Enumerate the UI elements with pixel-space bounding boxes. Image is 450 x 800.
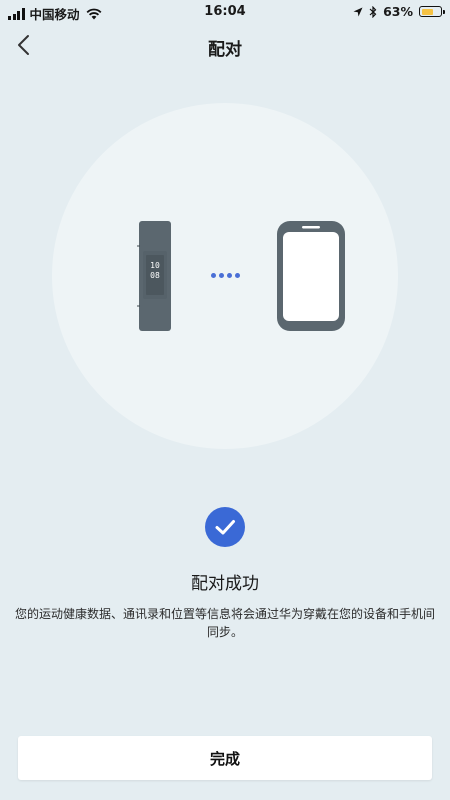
- bluetooth-icon: [369, 5, 377, 18]
- battery-level-fill: [421, 8, 433, 15]
- nav-bar: 配对: [0, 24, 450, 68]
- success-description: 您的运动健康数据、通讯录和位置等信息将会通过华为穿戴在您的设备和手机间同步。: [14, 607, 435, 639]
- location-arrow-icon: [353, 7, 363, 16]
- status-bar: 中国移动 16:04 63%: [0, 0, 450, 24]
- connecting-dots-icon: [211, 273, 240, 278]
- battery-percent: 63%: [383, 4, 413, 19]
- smart-band-icon: 10 08: [137, 221, 171, 331]
- done-button[interactable]: 完成: [18, 736, 432, 780]
- band-screen-text-2: 08: [150, 271, 160, 280]
- band-screen-text: 10: [150, 261, 160, 270]
- check-circle-icon: [205, 507, 245, 547]
- battery-icon: [419, 6, 445, 17]
- success-title: 配对成功: [191, 574, 259, 594]
- page-title: 配对: [208, 40, 242, 60]
- smartphone-icon: [277, 221, 345, 331]
- status-right: 63%: [353, 4, 445, 19]
